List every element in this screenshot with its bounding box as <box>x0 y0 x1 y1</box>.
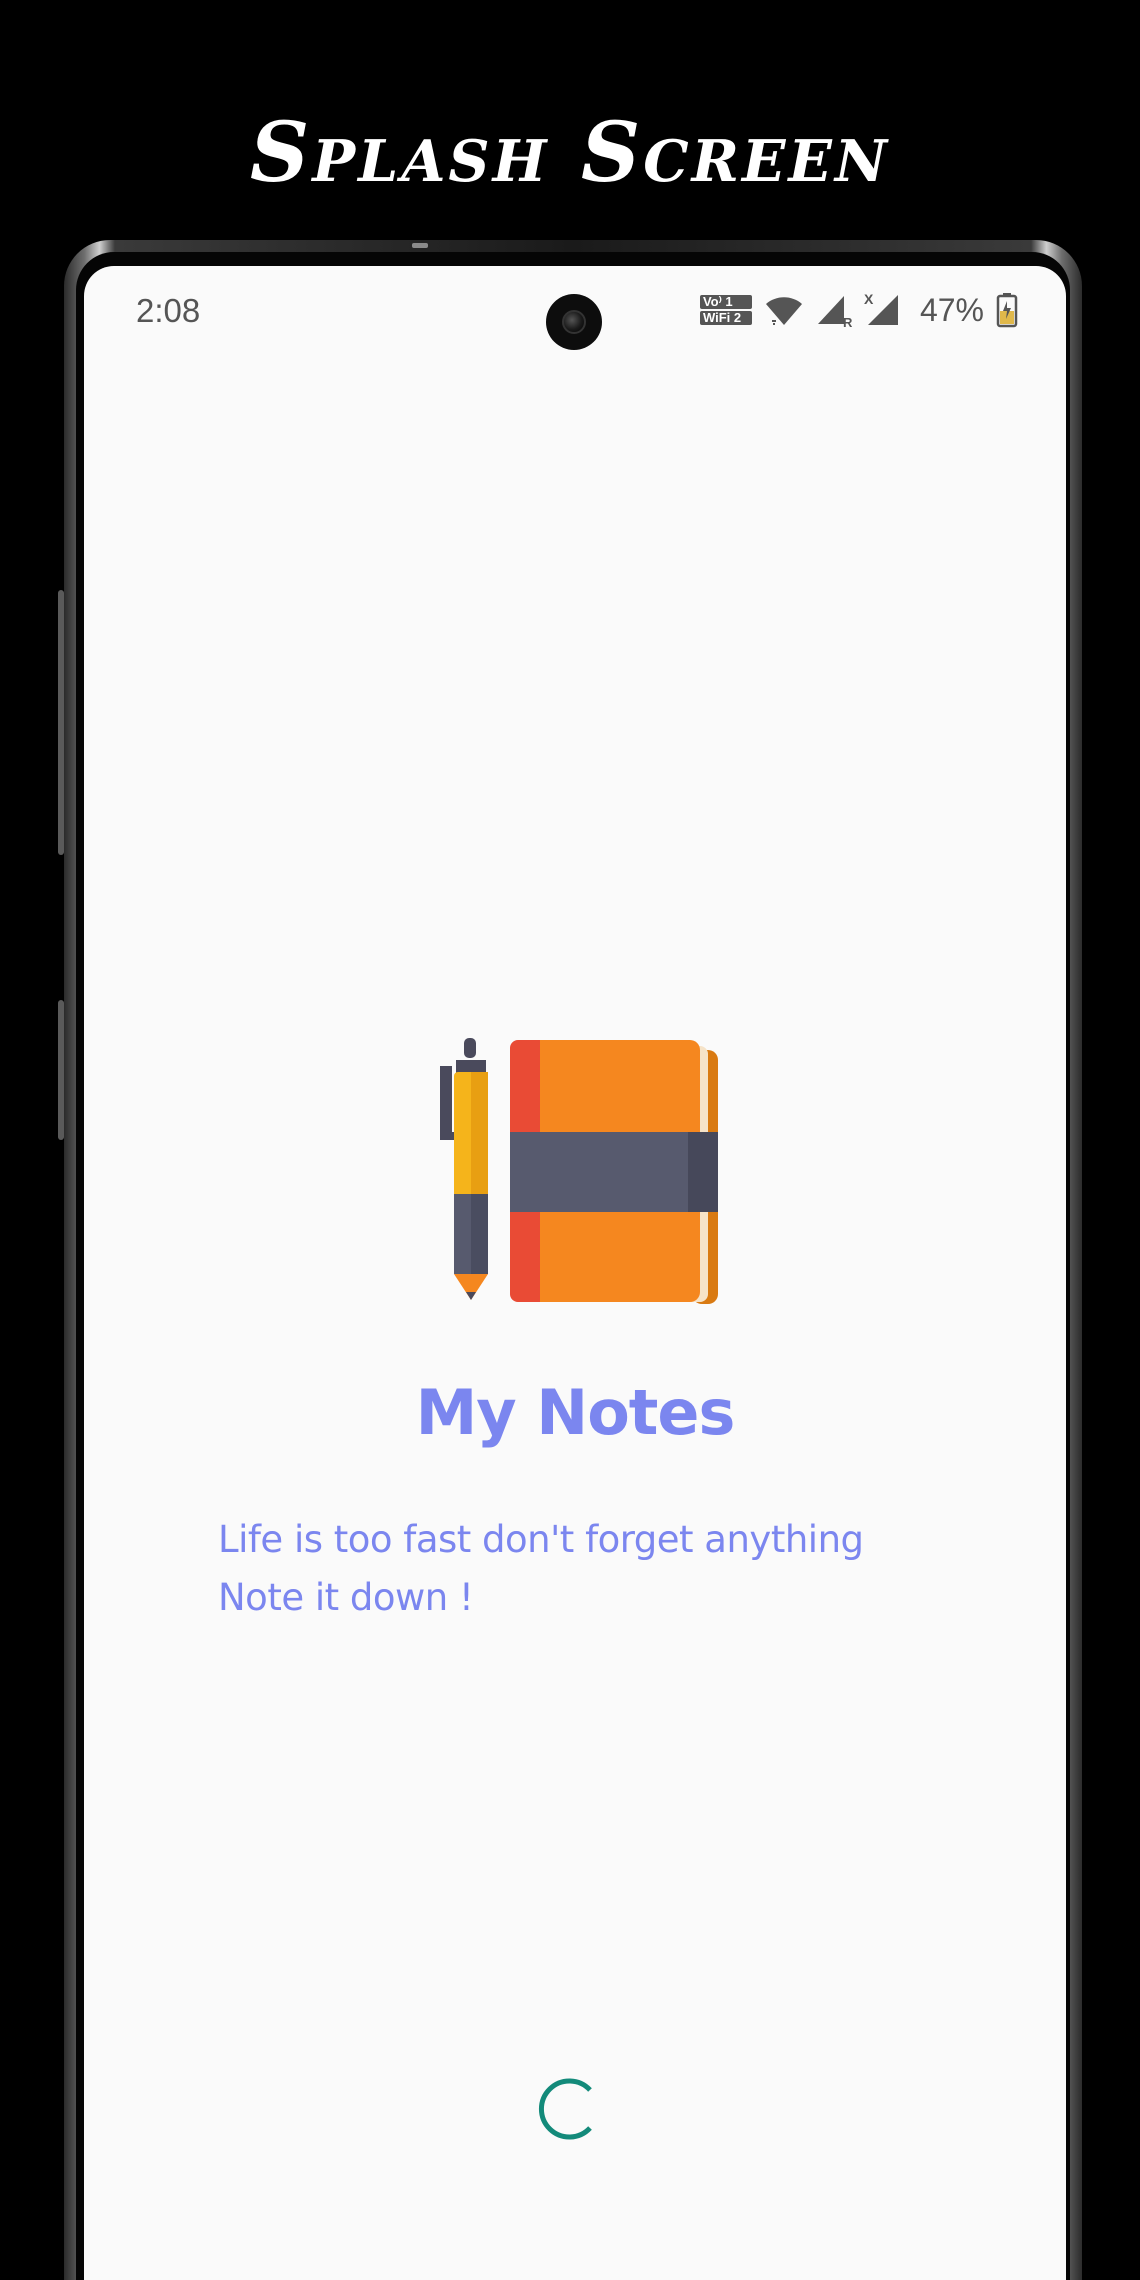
camera-icon <box>546 294 602 350</box>
tagline-line-1: Life is too fast don't forget anything <box>218 1518 864 1561</box>
app-name: My Notes <box>415 1376 736 1449</box>
status-time: 2:08 <box>136 292 201 329</box>
wifi-calling-label: WiFi 2 <box>699 311 752 325</box>
status-bar: 2:08 Vo⁾ 1 WiFi 2 R X 47% <box>84 266 1066 356</box>
volte-label: Vo⁾ 1 <box>699 295 752 309</box>
tagline: Life is too fast don't forget anything N… <box>218 1511 978 1627</box>
phone-screen: 2:08 Vo⁾ 1 WiFi 2 R X 47% My Notes Life … <box>84 266 1066 2280</box>
signal-no-data-icon: X <box>864 291 898 325</box>
svg-text:R: R <box>843 315 852 328</box>
notebook-icon <box>510 1040 718 1304</box>
status-icons: Vo⁾ 1 WiFi 2 R X 47% <box>699 290 1018 330</box>
signal-roaming-icon: R <box>817 296 852 328</box>
pen-and-notebook-icon <box>440 1038 718 1304</box>
pen-icon <box>440 1038 488 1300</box>
banner-title: Splash Screen <box>250 105 890 201</box>
wifi-icon <box>765 297 802 325</box>
svg-text:X: X <box>864 291 874 307</box>
battery-percent: 47% <box>919 291 984 328</box>
loading-spinner-icon <box>539 2078 592 2140</box>
phone-earpiece <box>412 243 428 248</box>
tagline-line-2: Note it down ! <box>218 1576 474 1619</box>
volte-wifi-icon: Vo⁾ 1 WiFi 2 <box>699 293 752 327</box>
battery-charging-icon <box>996 293 1018 328</box>
